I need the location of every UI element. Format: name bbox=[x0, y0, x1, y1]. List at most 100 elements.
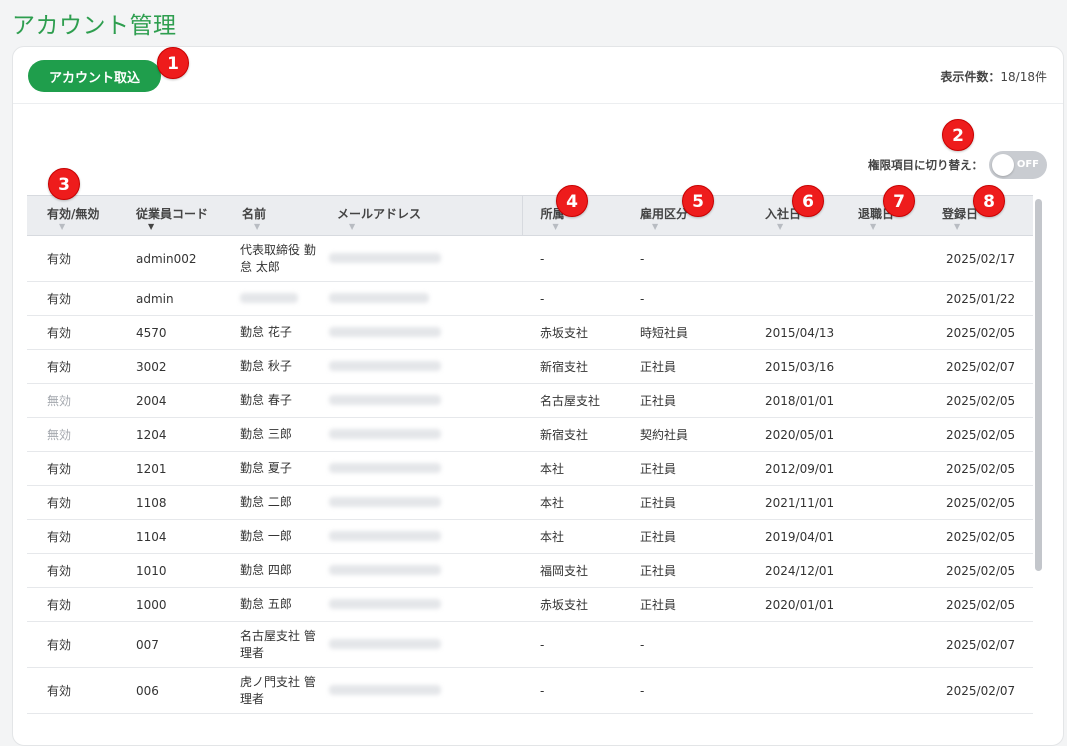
column-header-email[interactable]: メールアドレス ▼ bbox=[319, 195, 523, 236]
redacted-email bbox=[329, 394, 441, 405]
cell-left bbox=[840, 485, 928, 520]
table-row[interactable]: 有効 1104 勤怠 一郎 本社 正社員 2019/04/01 2025/02/05 bbox=[27, 519, 1033, 554]
cell-left bbox=[840, 553, 928, 588]
cell-type: 正社員 bbox=[622, 451, 747, 486]
column-header-status[interactable]: 有効/無効 ▼ bbox=[27, 195, 122, 236]
cell-joined: 2012/09/01 bbox=[747, 451, 840, 486]
cell-joined bbox=[747, 281, 840, 316]
account-table-wrapper: 有効/無効 ▼ 従業員コード ▼ 名前 ▼ メールアドレス ▼ 所属 ▼ 雇用区分 ▼ 入社… bbox=[27, 195, 1033, 714]
cell-registered: 2025/02/05 bbox=[928, 587, 1033, 622]
cell-email-redacted bbox=[319, 587, 522, 622]
cell-registered: 2025/02/07 bbox=[928, 667, 1033, 714]
cell-email-redacted bbox=[319, 519, 522, 554]
page-title: アカウント管理 bbox=[12, 13, 177, 39]
table-row[interactable]: 無効 1204 勤怠 三郎 新宿支社 契約社員 2020/05/01 2025/02/05 bbox=[27, 417, 1033, 452]
account-list-card: アカウント取込 表示件数：18/18件 権限項目に切り替え： OFF 有効/無効… bbox=[12, 46, 1064, 746]
cell-code: admin002 bbox=[122, 235, 224, 282]
cell-status: 有効 bbox=[27, 315, 122, 350]
annotation-marker-3: 3 bbox=[48, 168, 80, 200]
sort-caret-icon[interactable]: ▼ bbox=[652, 222, 747, 232]
redacted-email bbox=[329, 684, 441, 695]
account-import-button[interactable]: アカウント取込 bbox=[28, 60, 161, 92]
cell-dept: - bbox=[522, 621, 622, 668]
cell-dept: - bbox=[522, 667, 622, 714]
cell-dept: 本社 bbox=[522, 519, 622, 554]
table-row[interactable]: 有効 1108 勤怠 二郎 本社 正社員 2021/11/01 2025/02/05 bbox=[27, 485, 1033, 520]
table-row[interactable]: 無効 2004 勤怠 春子 名古屋支社 正社員 2018/01/01 2025/02/05 bbox=[27, 383, 1033, 418]
cell-status: 有効 bbox=[27, 519, 122, 554]
cell-code: 3002 bbox=[122, 349, 224, 384]
cell-joined bbox=[747, 621, 840, 668]
account-table-body: 有効 admin002 代表取締役 勤怠 太郎 - -2025/02/17 有効 admin… bbox=[27, 235, 1033, 714]
cell-left bbox=[840, 667, 928, 714]
cell-type: 契約社員 bbox=[622, 417, 747, 452]
cell-registered: 2025/02/05 bbox=[928, 315, 1033, 350]
redacted-email bbox=[329, 292, 429, 303]
cell-joined: 2024/12/01 bbox=[747, 553, 840, 588]
sort-caret-icon[interactable]: ▼ bbox=[954, 222, 1033, 232]
cell-email-redacted bbox=[319, 417, 522, 452]
sort-caret-icon[interactable]: ▼ bbox=[553, 222, 623, 232]
annotation-marker-2: 2 bbox=[942, 119, 974, 151]
cell-dept: 赤坂支社 bbox=[522, 315, 622, 350]
annotation-marker-1: 1 bbox=[157, 47, 189, 79]
sort-caret-icon[interactable]: ▼ bbox=[870, 222, 928, 232]
cell-email-redacted bbox=[319, 315, 522, 350]
column-header-name[interactable]: 名前 ▼ bbox=[224, 195, 319, 236]
cell-status: 有効 bbox=[27, 235, 122, 282]
sort-caret-icon[interactable]: ▼ bbox=[59, 222, 122, 232]
cell-email-redacted bbox=[319, 281, 522, 316]
permission-toggle-switch[interactable]: OFF bbox=[989, 151, 1047, 179]
table-row[interactable]: 有効 admin - - 2025/01/22 bbox=[27, 281, 1033, 316]
cell-dept: 本社 bbox=[522, 485, 622, 520]
cell-registered: 2025/01/22 bbox=[928, 281, 1033, 316]
cell-email-redacted bbox=[319, 621, 522, 668]
sort-caret-icon[interactable]: ▼ bbox=[148, 222, 224, 232]
cell-dept: 福岡支社 bbox=[522, 553, 622, 588]
redacted-email bbox=[329, 462, 441, 473]
cell-left bbox=[840, 621, 928, 668]
sort-caret-icon[interactable]: ▼ bbox=[777, 222, 840, 232]
sort-caret-icon[interactable]: ▼ bbox=[349, 222, 522, 232]
cell-left bbox=[840, 315, 928, 350]
cell-joined: 2015/03/16 bbox=[747, 349, 840, 384]
table-row[interactable]: 有効 007 名古屋支社 管理者 - - 2025/02/07 bbox=[27, 621, 1033, 668]
cell-name: 代表取締役 勤怠 太郎 bbox=[224, 235, 319, 282]
table-row[interactable]: 有効 3002 勤怠 秋子 新宿支社 正社員 2015/03/16 2025/02/07 bbox=[27, 349, 1033, 384]
table-row[interactable]: 有効 1010 勤怠 四郎 福岡支社 正社員 2024/12/01 2025/02/05 bbox=[27, 553, 1033, 588]
column-label: 名前 bbox=[242, 207, 267, 221]
cell-left bbox=[840, 383, 928, 418]
cell-status: 有効 bbox=[27, 451, 122, 486]
cell-registered: 2025/02/07 bbox=[928, 621, 1033, 668]
table-row[interactable]: 有効 1000 勤怠 五郎 赤坂支社 正社員 2020/01/01 2025/02/05 bbox=[27, 587, 1033, 622]
annotation-marker-6: 6 bbox=[792, 185, 824, 217]
cell-joined: 2018/01/01 bbox=[747, 383, 840, 418]
annotation-marker-5: 5 bbox=[682, 185, 714, 217]
cell-left bbox=[840, 587, 928, 622]
table-row[interactable]: 有効 006 虎ノ門支社 管理者 - - 2025/02/07 bbox=[27, 667, 1033, 714]
cell-type: - bbox=[622, 621, 747, 668]
cell-type: 正社員 bbox=[622, 349, 747, 384]
cell-email-redacted bbox=[319, 485, 522, 520]
redacted-email bbox=[329, 326, 441, 337]
cell-email-redacted bbox=[319, 553, 522, 588]
cell-email-redacted bbox=[319, 451, 522, 486]
cell-email-redacted bbox=[319, 667, 522, 714]
cell-code: 006 bbox=[122, 667, 224, 714]
cell-code: 2004 bbox=[122, 383, 224, 418]
cell-left bbox=[840, 281, 928, 316]
cell-dept: 本社 bbox=[522, 451, 622, 486]
vertical-scrollbar[interactable] bbox=[1035, 199, 1042, 571]
cell-name: 虎ノ門支社 管理者 bbox=[224, 667, 319, 714]
cell-registered: 2025/02/05 bbox=[928, 553, 1033, 588]
table-row[interactable]: 有効 admin002 代表取締役 勤怠 太郎 - - 2025/02/17 bbox=[27, 235, 1033, 282]
cell-left bbox=[840, 451, 928, 486]
cell-type: - bbox=[622, 667, 747, 714]
cell-name: 勤怠 秋子 bbox=[224, 349, 319, 384]
table-row[interactable]: 有効 4570 勤怠 花子 赤坂支社 時短社員 2015/04/13 2025/02/05 bbox=[27, 315, 1033, 350]
column-header-employee-code[interactable]: 従業員コード ▼ bbox=[122, 195, 224, 236]
table-row[interactable]: 有効 1201 勤怠 夏子 本社 正社員 2012/09/01 2025/02/05 bbox=[27, 451, 1033, 486]
cell-type: 正社員 bbox=[622, 383, 747, 418]
sort-caret-icon[interactable]: ▼ bbox=[254, 222, 319, 232]
record-count-value: 18/18件 bbox=[1000, 70, 1047, 84]
